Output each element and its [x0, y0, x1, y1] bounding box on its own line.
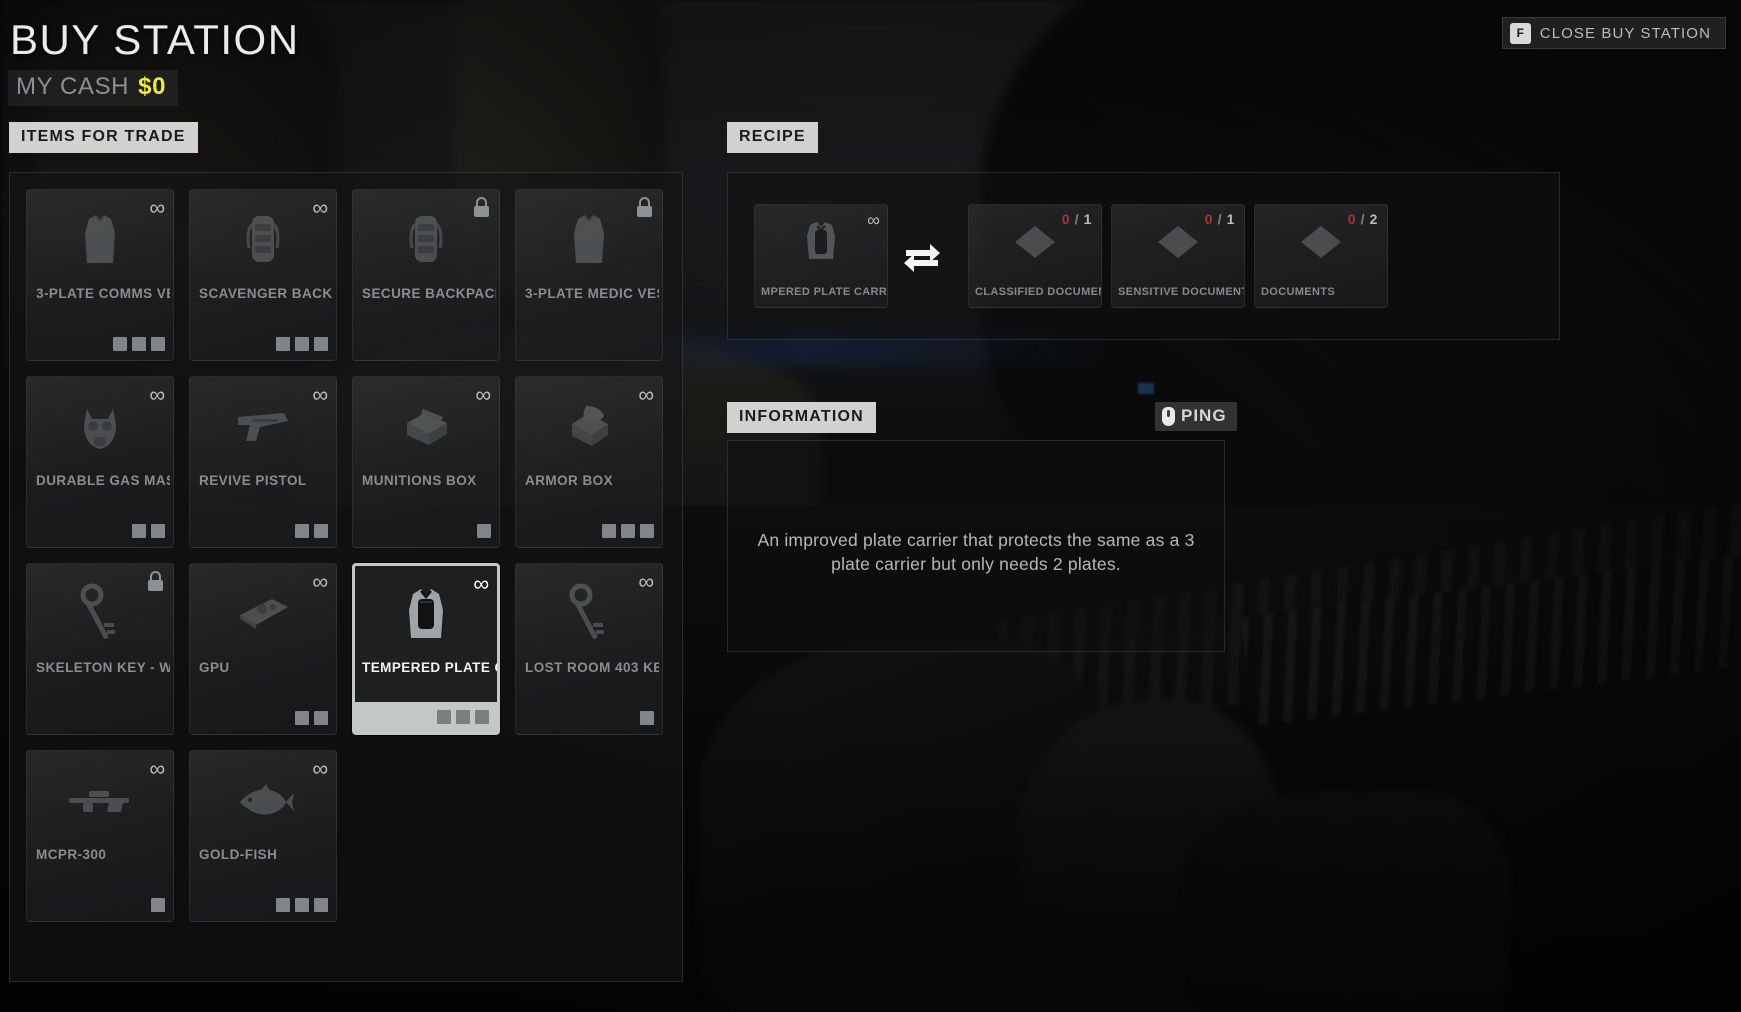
item-card[interactable]: ∞ ARMOR BOX [515, 376, 663, 548]
pistol-icon [190, 391, 336, 463]
recipe-ingredient-card[interactable]: 0 / 1CLASSIFIED DOCUMENTS [968, 204, 1102, 308]
plate-capacity-indicator [276, 337, 328, 351]
item-card[interactable]: ∞3-PLATE COMMS VEST [26, 189, 174, 361]
exchange-arrows-icon [900, 236, 944, 276]
item-name: 3-PLATE COMMS VEST [36, 286, 170, 301]
tab-recipe[interactable]: RECIPE [727, 122, 818, 153]
recipe-ingredient-card[interactable]: 0 / 2 DOCUMENTS [1254, 204, 1388, 308]
plate-capacity-indicator [602, 524, 654, 538]
item-name: SECURE BACKPACK [362, 286, 496, 301]
plate-capacity-indicator [132, 524, 165, 538]
item-name: SKELETON KEY - WORN [36, 660, 170, 675]
plate-capacity-indicator [295, 711, 328, 725]
item-name: GPU [199, 660, 230, 675]
fish-icon [190, 765, 336, 837]
item-card[interactable]: ∞ MCPR-300 [26, 750, 174, 922]
documents-icon [1112, 215, 1244, 269]
recipe-ingredients: 0 / 1CLASSIFIED DOCUMENTS0 / 1SENSITIVE … [968, 204, 1388, 308]
item-card[interactable]: 3-PLATE MEDIC VEST [515, 189, 663, 361]
plate-capacity-indicator [437, 710, 489, 724]
vest-icon [516, 204, 662, 276]
plate-capacity-indicator [151, 898, 165, 912]
cash-display: MY CASH $0 [8, 70, 179, 106]
item-card[interactable]: ∞DURABLE GAS MASK [26, 376, 174, 548]
item-name: REVIVE PISTOL [199, 473, 307, 488]
mouse-icon [1162, 406, 1175, 426]
key-icon [516, 578, 662, 650]
recipe-result-card[interactable]: ∞ MPERED PLATE CARRIER [754, 204, 888, 308]
information-panel: An improved plate carrier that protects … [727, 440, 1225, 652]
recipe-row: ∞ MPERED PLATE CARRIER 0 / 1CLASSIFIED D… [728, 173, 1559, 339]
documents-icon [1255, 215, 1387, 269]
plate-carrier-icon [355, 580, 497, 652]
item-name: ARMOR BOX [525, 473, 614, 488]
plate-carrier-icon [755, 215, 887, 269]
ingredient-name: CLASSIFIED DOCUMENTS [975, 286, 1101, 298]
sniper-icon [27, 765, 173, 837]
ping-label: PING [1181, 406, 1227, 425]
ingredient-name: DOCUMENTS [1261, 286, 1336, 298]
buy-station-hud: BUY STATION MY CASH $0 F CLOSE BUY STATI… [0, 0, 1741, 1012]
vest-icon [27, 204, 173, 276]
items-grid: ∞3-PLATE COMMS VEST∞SCAVENGER BACKPACK SE… [10, 173, 682, 922]
documents-icon [969, 215, 1101, 269]
recipe-result-name: MPERED PLATE CARRIER [761, 286, 887, 298]
cash-label: MY CASH [16, 73, 130, 100]
plate-capacity-indicator [113, 337, 165, 351]
backpack-icon [190, 204, 336, 276]
ping-button[interactable]: PING [1155, 402, 1237, 431]
key-icon [27, 578, 173, 650]
cash-value: $0 [138, 73, 167, 100]
item-name: GOLD-FISH [199, 847, 278, 862]
plate-capacity-indicator [477, 524, 491, 538]
item-card[interactable]: ∞SCAVENGER BACKPACK [189, 189, 337, 361]
item-name: LOST ROOM 403 KEY - W [525, 660, 659, 675]
tab-information[interactable]: INFORMATION [727, 402, 876, 433]
item-card[interactable]: ∞TEMPERED PLATE CARRII [352, 563, 500, 735]
item-name: TEMPERED PLATE CARRII [362, 660, 497, 675]
ingredient-name: SENSITIVE DOCUMENTS [1118, 286, 1244, 298]
backpack-icon [353, 204, 499, 276]
key-f-badge: F [1509, 22, 1531, 44]
item-name: SCAVENGER BACKPACK [199, 286, 333, 301]
item-card[interactable]: ∞ MUNITIONS BOX [352, 376, 500, 548]
items-for-trade-panel: ∞3-PLATE COMMS VEST∞SCAVENGER BACKPACK SE… [9, 172, 683, 982]
item-card[interactable]: SKELETON KEY - WORN [26, 563, 174, 735]
item-card[interactable]: SECURE BACKPACK [352, 189, 500, 361]
plate-capacity-indicator [640, 711, 654, 725]
ammo-box-icon [353, 391, 499, 463]
item-card[interactable]: ∞LOST ROOM 403 KEY - W [515, 563, 663, 735]
item-card[interactable]: ∞ GOLD-FISH [189, 750, 337, 922]
gasmask-icon [27, 391, 173, 463]
gpu-icon [190, 578, 336, 650]
item-name: MCPR-300 [36, 847, 107, 862]
item-card[interactable]: ∞ GPU [189, 563, 337, 735]
close-buy-station-button[interactable]: F CLOSE BUY STATION [1501, 17, 1726, 49]
armor-box-icon [516, 391, 662, 463]
recipe-ingredient-card[interactable]: 0 / 1 SENSITIVE DOCUMENTS [1111, 204, 1245, 308]
item-name: DURABLE GAS MASK [36, 473, 170, 488]
item-card[interactable]: ∞ REVIVE PISTOL [189, 376, 337, 548]
plate-capacity-indicator [295, 524, 328, 538]
item-description: An improved plate carrier that protects … [757, 530, 1195, 574]
item-name: MUNITIONS BOX [362, 473, 477, 488]
item-name: 3-PLATE MEDIC VEST [525, 286, 659, 301]
page-title: BUY STATION [10, 16, 300, 63]
tab-items-for-trade[interactable]: ITEMS FOR TRADE [9, 122, 198, 153]
plate-capacity-indicator [276, 898, 328, 912]
close-buy-station-label: CLOSE BUY STATION [1539, 24, 1711, 42]
recipe-panel: ∞ MPERED PLATE CARRIER 0 / 1CLASSIFIED D… [727, 172, 1560, 340]
